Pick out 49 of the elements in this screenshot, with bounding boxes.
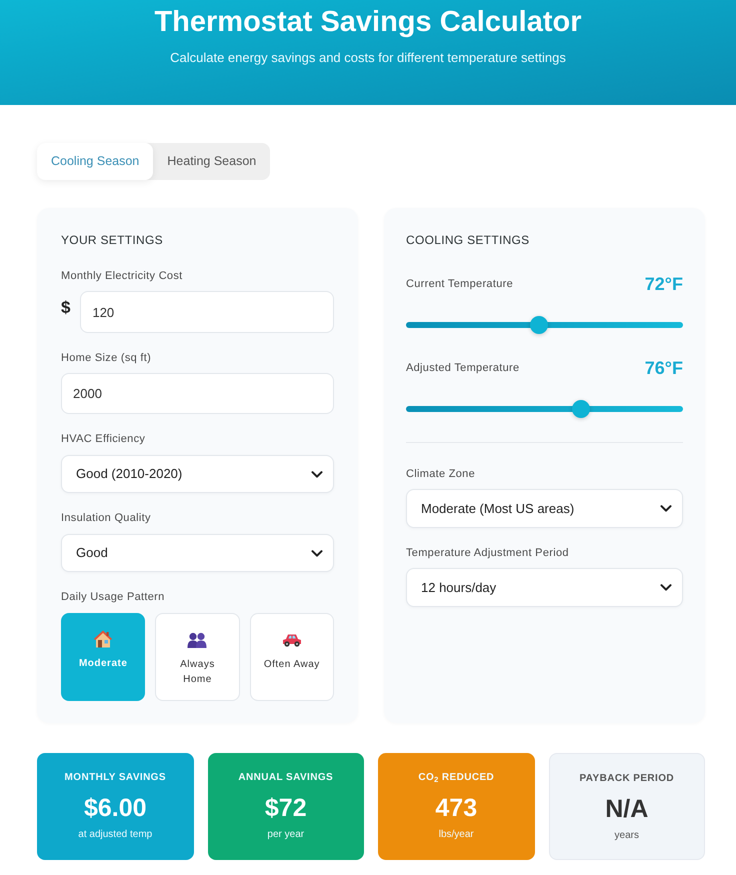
chevron-down-icon [660, 505, 672, 512]
chevron-down-icon [311, 470, 323, 478]
field-label: Climate Zone [406, 467, 476, 481]
result-note: lbs/year [438, 828, 474, 842]
panel-title: YOUR SETTINGS [61, 232, 164, 248]
temperature-slider[interactable] [406, 400, 683, 418]
currency-symbol: $ [61, 298, 70, 318]
result-title: ANNUAL SAVINGS [238, 771, 334, 785]
temperature-reading: 72°F [644, 273, 683, 296]
text-input[interactable]: 120 [80, 291, 334, 333]
people-icon [187, 632, 208, 648]
field-label: Insulation Quality [61, 511, 152, 525]
usage-option[interactable]: Always Home [155, 613, 240, 701]
page-title: Thermostat Savings Calculator [154, 5, 582, 39]
field-label: Current Temperature [406, 277, 513, 291]
result-value: N/A [605, 794, 648, 824]
season-tab[interactable]: Cooling Season [37, 143, 154, 180]
field-label: Temperature Adjustment Period [406, 546, 570, 560]
house-icon [93, 630, 114, 648]
field-label: Daily Usage Pattern [61, 590, 166, 604]
field-label: Monthly Electricity Cost [61, 269, 184, 283]
field-label: Home Size (sq ft) [61, 351, 152, 365]
result-value: $72 [264, 793, 307, 823]
select-field[interactable]: 12 hours/day [406, 568, 683, 607]
temperature-reading: 76°F [644, 357, 683, 380]
result-title: MONTHLY SAVINGS [64, 771, 166, 785]
chevron-down-icon [311, 550, 323, 556]
select-field[interactable]: Moderate (Most US areas) [406, 489, 683, 528]
result-title: PAYBACK PERIOD [579, 772, 674, 786]
car-icon [282, 633, 302, 647]
select-field[interactable]: Good [61, 534, 334, 572]
usage-option[interactable]: Often Away [250, 613, 334, 701]
result-value: $6.00 [84, 793, 147, 823]
season-tab[interactable]: Heating Season [153, 143, 270, 180]
field-label: Adjusted Temperature [406, 361, 520, 375]
slider-thumb[interactable] [572, 400, 590, 418]
temperature-slider[interactable] [406, 316, 683, 334]
chevron-down-icon [660, 584, 672, 591]
page-subtitle: Calculate energy savings and costs for different temperature settings [170, 49, 566, 67]
select-field[interactable]: Good (2010-2020) [61, 455, 334, 493]
panel-title: COOLING SETTINGS [406, 232, 530, 248]
result-note: per year [267, 828, 304, 842]
text-input[interactable]: 2000 [61, 373, 334, 414]
field-label: HVAC Efficiency [61, 432, 146, 446]
result-note: years [614, 829, 639, 843]
slider-thumb[interactable] [530, 316, 548, 334]
result-title: CO$_{2}$ REDUCED [418, 771, 494, 785]
result-note: at adjusted temp [78, 828, 152, 842]
result-value: 473 [435, 793, 478, 823]
